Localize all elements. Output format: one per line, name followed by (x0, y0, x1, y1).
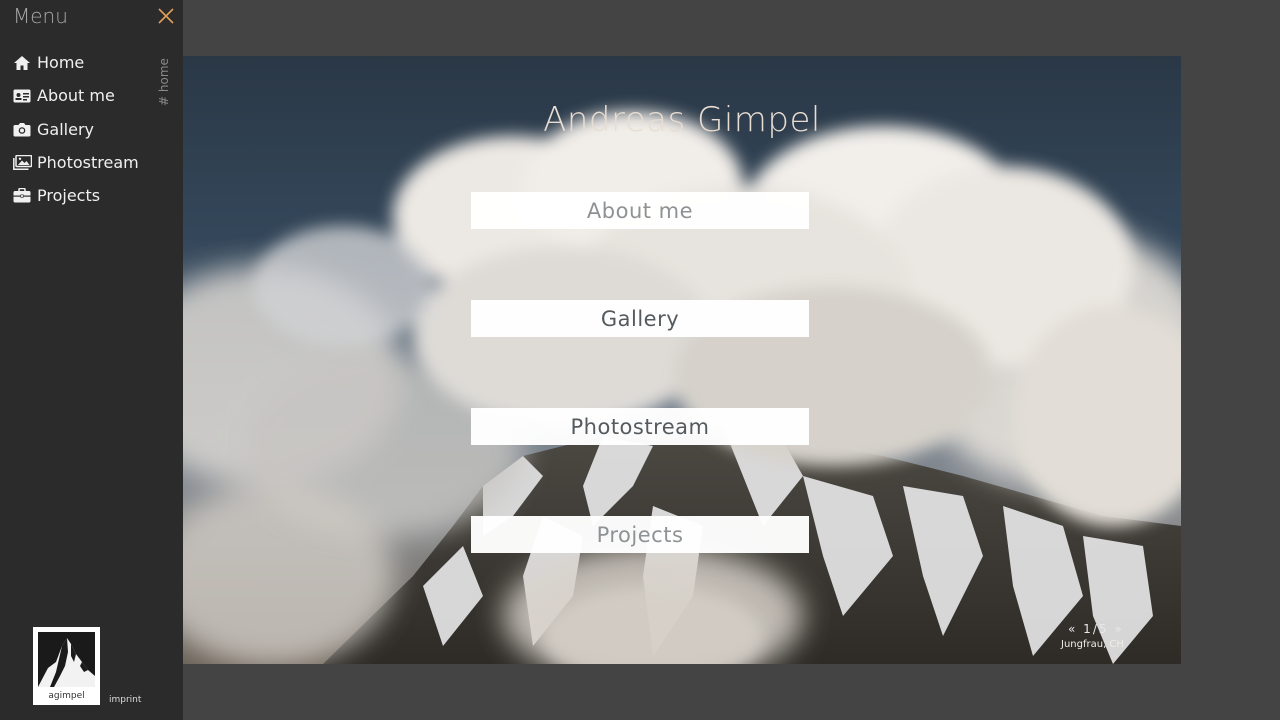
menu-title: Menu (13, 4, 68, 28)
images-icon (13, 154, 33, 172)
sidebar-item-home[interactable]: Home (13, 46, 139, 79)
logo-text: agimpel (48, 691, 85, 701)
sidebar-item-gallery[interactable]: Gallery (13, 113, 139, 146)
camera-icon (13, 120, 33, 138)
briefcase-icon (13, 187, 33, 205)
photostream-button[interactable]: Photostream (471, 408, 809, 445)
close-icon (158, 8, 174, 24)
sidebar-item-label: About me (37, 86, 115, 106)
imprint-link[interactable]: imprint (109, 695, 141, 705)
sidebar-item-label: Projects (37, 186, 101, 206)
next-slide-button[interactable]: » (1114, 622, 1123, 636)
sidebar: Menu Home About me Gallery Photostream P… (0, 0, 183, 720)
prev-slide-button[interactable]: « (1068, 622, 1077, 636)
sidebar-item-label: Home (37, 53, 85, 73)
sidebar-item-projects[interactable]: Projects (13, 179, 139, 212)
page-title: Andreas Gimpel (543, 100, 821, 140)
close-menu-button[interactable] (156, 6, 176, 26)
gallery-button[interactable]: Gallery (471, 300, 809, 337)
site-logo[interactable]: agimpel (33, 627, 100, 705)
mountain-clouds-background (183, 111, 1181, 664)
projects-button[interactable]: Projects (471, 516, 809, 553)
photo-caption: Jungfrau, CH (1061, 639, 1124, 650)
total-slides: 5 (1098, 622, 1109, 636)
current-slide-number: 1 (1083, 622, 1093, 636)
hero-section: Andreas Gimpel About me Gallery Photostr… (183, 56, 1181, 664)
sidebar-nav: Home About me Gallery Photostream Projec… (13, 46, 139, 212)
sidebar-item-label: Photostream (37, 153, 139, 173)
slide-pager: « 1/5 » (1068, 622, 1124, 636)
current-section-label: # home (157, 58, 171, 106)
id-card-icon (13, 87, 33, 105)
sidebar-item-label: Gallery (37, 119, 94, 139)
about-me-button[interactable]: About me (471, 192, 809, 229)
home-icon (13, 54, 33, 72)
sidebar-item-photostream[interactable]: Photostream (13, 146, 139, 179)
sidebar-item-about[interactable]: About me (13, 79, 139, 112)
matterhorn-logo-icon (38, 632, 95, 687)
